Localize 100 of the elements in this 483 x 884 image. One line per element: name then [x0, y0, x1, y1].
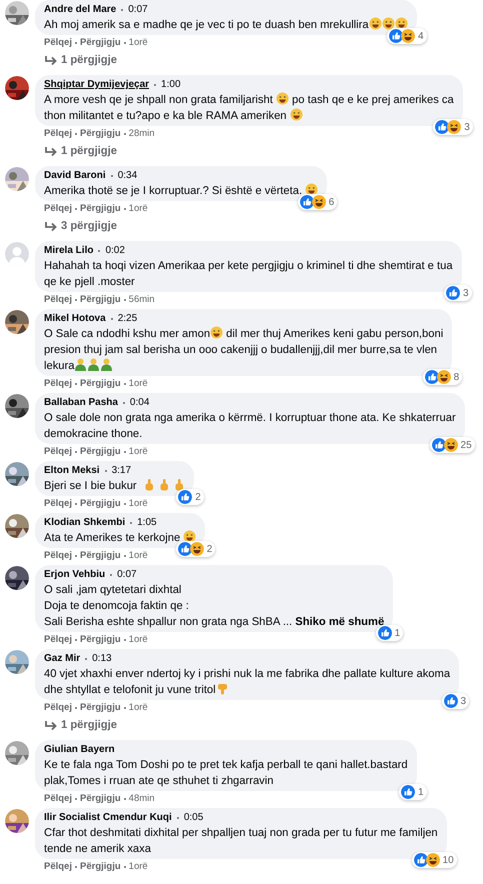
video-time[interactable]: 2:25	[118, 312, 138, 326]
video-time[interactable]: 3:17	[112, 464, 132, 478]
comment-age[interactable]: 48min	[128, 793, 155, 805]
action-link[interactable]: Përgjigju	[80, 861, 121, 873]
action-link[interactable]: Përgjigju	[80, 128, 121, 140]
author-name[interactable]: Shqiptar Dymijevjeçar	[44, 78, 150, 92]
video-time[interactable]: 0:13	[92, 652, 112, 666]
comment-text: Ata te Amerikes te kerkojne	[44, 532, 182, 544]
video-time[interactable]: 0:04	[130, 396, 150, 410]
reaction-badge[interactable]: 8	[422, 369, 462, 385]
action-link[interactable]: Pëlqej	[44, 446, 72, 458]
author-name[interactable]: Erjon Vehbiu	[44, 568, 106, 582]
comment-text: Doja te denomcoja faktin qe :	[44, 600, 189, 612]
video-time[interactable]: 0:34	[118, 169, 138, 183]
comment-text: O sali ,jam qytetetari dixhtal	[44, 584, 182, 596]
action-link[interactable]: Pëlqej	[44, 37, 72, 49]
video-time[interactable]: 1:05	[137, 516, 157, 530]
comment-text: 40 vjet xhaxhi enver ndertoj ky i prishi nuk la me fabrika dhe pallate kulture akoma	[44, 668, 450, 680]
comment-text: O sale dole non grata nga amerika o kërrmë. I korruptuar thone ata. Ke shkaterruar	[44, 412, 456, 424]
replies-link[interactable]: 1 përgjigje	[35, 140, 117, 163]
person-icon	[74, 358, 88, 371]
comment-text: A more vesh qe je shpall non grata familjarisht	[44, 94, 274, 106]
emoji-face-icon	[382, 17, 395, 30]
person-icon	[87, 358, 100, 371]
action-link[interactable]: Përgjigju	[80, 446, 121, 458]
author-name[interactable]: Ballaban Pasha	[44, 396, 118, 410]
replies-link[interactable]: 3 përgjigje	[35, 215, 117, 238]
emoji-face-icon	[276, 92, 289, 105]
comment-text: plak,Tomes i rruan ate qe sthuhet ti zhgarravin	[44, 775, 274, 787]
comment-text: Ah moj amerik sa e madhe qe je vec ti po te duash ben mrekullira	[44, 19, 369, 31]
author-name[interactable]: Andre del Mare	[44, 3, 116, 17]
see-more-link[interactable]: Shiko më shumë	[295, 616, 384, 628]
action-link[interactable]: Pëlqej	[44, 203, 72, 215]
comment-age[interactable]: 1orë	[128, 446, 148, 458]
thumbs-down-icon	[216, 682, 229, 695]
comment-age[interactable]: 1orë	[128, 378, 148, 390]
comment-age[interactable]: 1orë	[128, 702, 148, 714]
action-link[interactable]: Pëlqej	[44, 793, 72, 805]
replies-link[interactable]: 1 përgjigje	[35, 49, 117, 72]
author-name[interactable]: David Baroni	[44, 169, 106, 183]
video-time[interactable]: 0:05	[184, 811, 204, 825]
reaction-badge[interactable]: 3	[433, 119, 473, 135]
author-name[interactable]: Ilir Socialist Cmendur Kuqi	[44, 811, 172, 825]
reaction-badge[interactable]: 3	[444, 285, 472, 301]
pointing-hand-icon	[142, 478, 155, 491]
author-name[interactable]: Mikel Hotova	[44, 312, 106, 326]
reaction-badge[interactable]: 2	[176, 489, 204, 505]
comment-age[interactable]: 1orë	[128, 37, 148, 49]
pointing-hand-icon	[172, 478, 185, 491]
action-link[interactable]: Pëlqej	[44, 634, 72, 646]
action-link[interactable]: Pëlqej	[44, 378, 72, 390]
comment-text: qe ke pjell .moster	[44, 276, 135, 288]
action-link[interactable]: Pëlqej	[44, 861, 72, 873]
action-link[interactable]: Përgjigju	[80, 702, 121, 714]
video-time[interactable]: 1:00	[161, 78, 181, 92]
comment-age[interactable]: 56min	[128, 294, 155, 306]
author-name[interactable]: Klodian Shkembi	[44, 516, 126, 530]
comment-text: thon militantet e tu?apo e ka ble RAMA ameriken	[44, 110, 288, 122]
action-link[interactable]: Përgjigju	[80, 634, 121, 646]
action-link[interactable]: Pëlqej	[44, 498, 72, 510]
action-link[interactable]: Pëlqej	[44, 128, 72, 140]
comment-age[interactable]: 28min	[128, 128, 155, 140]
action-link[interactable]: Përgjigju	[80, 550, 121, 562]
author-name[interactable]: Giulian Bayern	[44, 743, 115, 757]
action-link[interactable]: Përgjigju	[80, 378, 121, 390]
reaction-badge[interactable]: 6	[298, 194, 338, 210]
action-link[interactable]: Pëlqej	[44, 294, 72, 306]
action-link[interactable]: Përgjigju	[80, 498, 121, 510]
comment-text: tende ne amerik xaxa	[44, 843, 151, 855]
reaction-badge[interactable]: 1	[376, 625, 404, 641]
action-link[interactable]: Përgjigju	[80, 294, 121, 306]
comment-text: O Sale ca ndodhi kshu mer amon	[44, 328, 210, 340]
reply-arrow-icon	[44, 720, 57, 730]
action-link[interactable]: Përgjigju	[80, 37, 121, 49]
action-link[interactable]: Përgjigju	[80, 203, 121, 215]
comment-age[interactable]: 1orë	[128, 634, 148, 646]
reaction-badge[interactable]: 3	[442, 693, 470, 709]
reaction-badge[interactable]: 4	[387, 28, 427, 44]
action-link[interactable]: Pëlqej	[44, 702, 72, 714]
emoji-face-icon	[368, 17, 382, 30]
author-name[interactable]: Gaz Mir	[44, 652, 80, 666]
comment-age[interactable]: 1orë	[128, 550, 148, 562]
comment-age[interactable]: 1orë	[128, 203, 148, 215]
comment-age[interactable]: 1orë	[128, 498, 148, 510]
video-time[interactable]: 0:02	[105, 244, 125, 258]
reaction-badge[interactable]: 25	[430, 437, 475, 453]
video-time[interactable]: 0:07	[117, 568, 137, 582]
action-link[interactable]: Përgjigju	[80, 793, 121, 805]
action-link[interactable]: Pëlqej	[44, 550, 72, 562]
comment-text: po tash qe e ke prej amerikes ca	[291, 94, 454, 106]
reaction-badge[interactable]: 10	[412, 852, 457, 868]
reply-arrow-icon	[44, 146, 57, 156]
pointing-hand-icon	[158, 478, 170, 491]
replies-link[interactable]: 1 përgjigje	[35, 714, 117, 737]
author-name[interactable]: Mirela Lilo	[44, 244, 94, 258]
reaction-badge[interactable]: 1	[399, 784, 427, 800]
reaction-badge[interactable]: 2	[176, 541, 216, 557]
author-name[interactable]: Elton Meksi	[44, 464, 100, 478]
comment-age[interactable]: 1orë	[128, 861, 148, 873]
video-time[interactable]: 0:07	[128, 3, 148, 17]
